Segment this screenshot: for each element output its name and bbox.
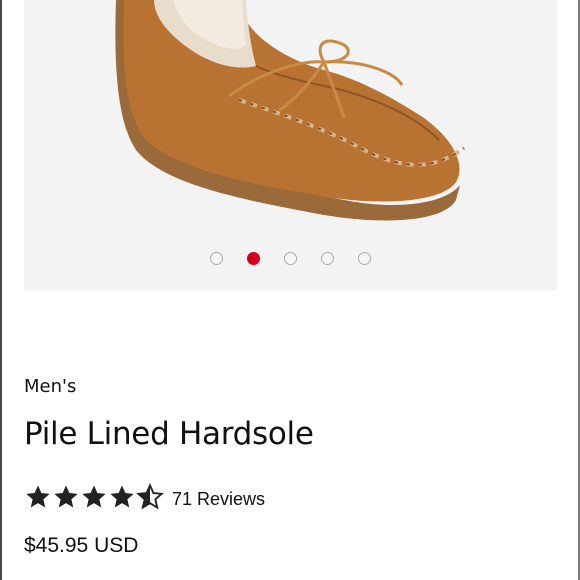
star-icon-full [54, 485, 78, 508]
carousel-dot-3[interactable] [284, 252, 297, 265]
carousel-dot-4[interactable] [321, 252, 334, 265]
star-icon-full [110, 485, 134, 508]
product-image [115, 0, 466, 221]
carousel-dot-1[interactable] [210, 252, 223, 265]
review-count-link[interactable]: 71 Reviews [172, 485, 265, 510]
left-border [0, 0, 2, 580]
star-icon-full [26, 485, 50, 508]
carousel-dots [24, 252, 557, 266]
product-category: Men's [24, 376, 77, 397]
product-image-gallery[interactable] [24, 0, 557, 290]
carousel-dot-5[interactable] [358, 252, 371, 265]
rating-row[interactable]: 71 Reviews [24, 480, 265, 514]
carousel-dot-2-active[interactable] [247, 252, 260, 265]
product-title: Pile Lined Hardsole [24, 416, 314, 452]
star-icon-full [82, 485, 106, 508]
star-icon-half [136, 483, 164, 510]
product-price: $45.95 USD [24, 534, 139, 557]
